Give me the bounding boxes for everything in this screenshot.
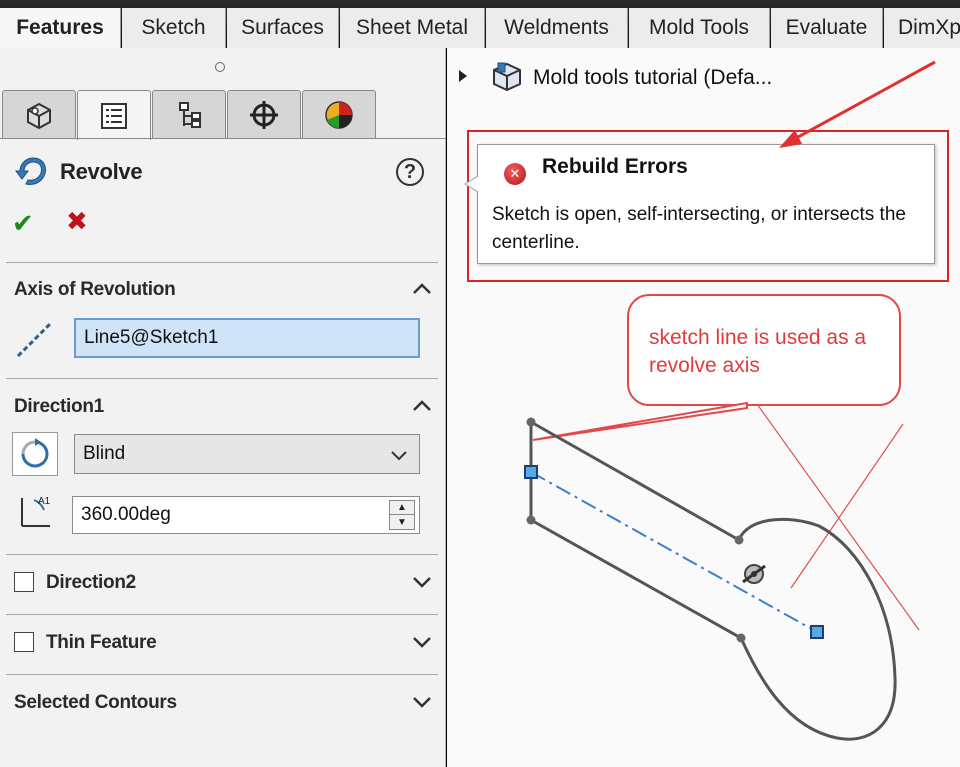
svg-text:A1: A1 <box>38 496 51 507</box>
tab-evaluate[interactable]: Evaluate <box>771 8 883 48</box>
chevron-down-icon <box>391 451 407 461</box>
tab-sketch[interactable]: Sketch <box>122 8 226 48</box>
chevron-down-icon[interactable] <box>410 570 434 594</box>
direction2-header[interactable]: Direction2 <box>46 572 136 594</box>
section-divider <box>6 262 438 263</box>
dimxpert-icon <box>250 100 278 129</box>
cancel-button[interactable]: ✖ <box>66 206 88 237</box>
reference-line <box>790 423 904 589</box>
sketch-point[interactable] <box>736 633 746 643</box>
feature-manager-icon <box>27 102 51 129</box>
revolve-feature-icon <box>14 154 52 192</box>
axis-endpoint-handle[interactable] <box>810 625 824 639</box>
property-manager-panel: Revolve ? ✔ ✖ Axis of Revolution Line5@S… <box>0 48 446 767</box>
angle-icon: A1 <box>14 492 58 532</box>
sketch-point[interactable] <box>526 515 536 525</box>
configuration-manager-tab[interactable] <box>152 90 226 138</box>
ribbon-tab-bar: Features Sketch Surfaces Sheet Metal Wel… <box>0 0 960 48</box>
end-condition-value: Blind <box>83 443 126 464</box>
display-manager-tab[interactable] <box>302 90 376 138</box>
annotation-arrow-head <box>779 130 802 148</box>
spin-down-icon[interactable]: ▼ <box>390 515 414 529</box>
axis-line-icon <box>14 320 54 360</box>
help-icon[interactable]: ? <box>396 158 424 186</box>
reference-line <box>756 403 920 631</box>
direction2-checkbox[interactable] <box>14 572 34 592</box>
section-divider <box>6 554 438 555</box>
chevron-up-icon[interactable] <box>410 277 434 301</box>
revolve-axis-centerline[interactable] <box>530 471 818 633</box>
display-manager-icon <box>325 100 353 129</box>
configuration-manager-icon <box>179 101 201 128</box>
chevron-down-icon[interactable] <box>410 630 434 654</box>
axis-endpoint-handle[interactable] <box>524 465 538 479</box>
angle-input[interactable]: 360.00deg ▲ ▼ <box>72 496 420 534</box>
sketch-point[interactable] <box>734 535 744 545</box>
axis-of-revolution-header[interactable]: Axis of Revolution <box>14 279 176 301</box>
revolve-manipulator-icon[interactable] <box>742 564 766 584</box>
property-manager-icon <box>101 102 127 129</box>
dimxpert-manager-tab[interactable] <box>227 90 301 138</box>
property-manager-tab[interactable] <box>77 90 151 140</box>
selected-contours-header[interactable]: Selected Contours <box>14 692 177 714</box>
section-divider <box>6 614 438 615</box>
sketch-canvas[interactable] <box>447 48 960 767</box>
section-divider <box>6 674 438 675</box>
section-divider <box>6 378 438 379</box>
tab-weldments[interactable]: Weldments <box>486 8 628 48</box>
axis-selection-field[interactable]: Line5@Sketch1 <box>74 318 420 358</box>
ok-button[interactable]: ✔ <box>12 208 34 239</box>
panel-tab-divider <box>0 138 446 139</box>
tab-features[interactable]: Features <box>0 8 121 48</box>
direction1-header[interactable]: Direction1 <box>14 396 104 418</box>
tab-sheet-metal[interactable]: Sheet Metal <box>340 8 485 48</box>
tab-surfaces[interactable]: Surfaces <box>227 8 339 48</box>
thin-feature-checkbox[interactable] <box>14 632 34 652</box>
sketch-profile[interactable] <box>529 420 897 741</box>
angle-spinner[interactable]: ▲ ▼ <box>389 500 415 530</box>
reverse-direction-icon <box>21 438 49 468</box>
annotation-arrow <box>788 60 936 144</box>
end-condition-dropdown[interactable]: Blind <box>74 434 420 474</box>
reverse-direction-button[interactable] <box>12 432 58 476</box>
graphics-area[interactable]: Mold tools tutorial (Defa... ✕ Rebuild E… <box>447 48 960 767</box>
panel-collapse-handle[interactable] <box>215 62 225 72</box>
angle-value: 360.00deg <box>81 504 171 525</box>
chevron-up-icon[interactable] <box>410 394 434 418</box>
feature-manager-tab[interactable] <box>2 90 76 138</box>
tab-dimxpert[interactable]: DimXp <box>884 8 960 48</box>
sketch-point[interactable] <box>526 417 536 427</box>
chevron-down-icon[interactable] <box>410 690 434 714</box>
thin-feature-header[interactable]: Thin Feature <box>46 632 157 654</box>
callout-leader <box>532 401 748 441</box>
feature-title: Revolve <box>60 159 143 184</box>
spin-up-icon[interactable]: ▲ <box>390 501 414 515</box>
tab-mold-tools[interactable]: Mold Tools <box>629 8 770 48</box>
